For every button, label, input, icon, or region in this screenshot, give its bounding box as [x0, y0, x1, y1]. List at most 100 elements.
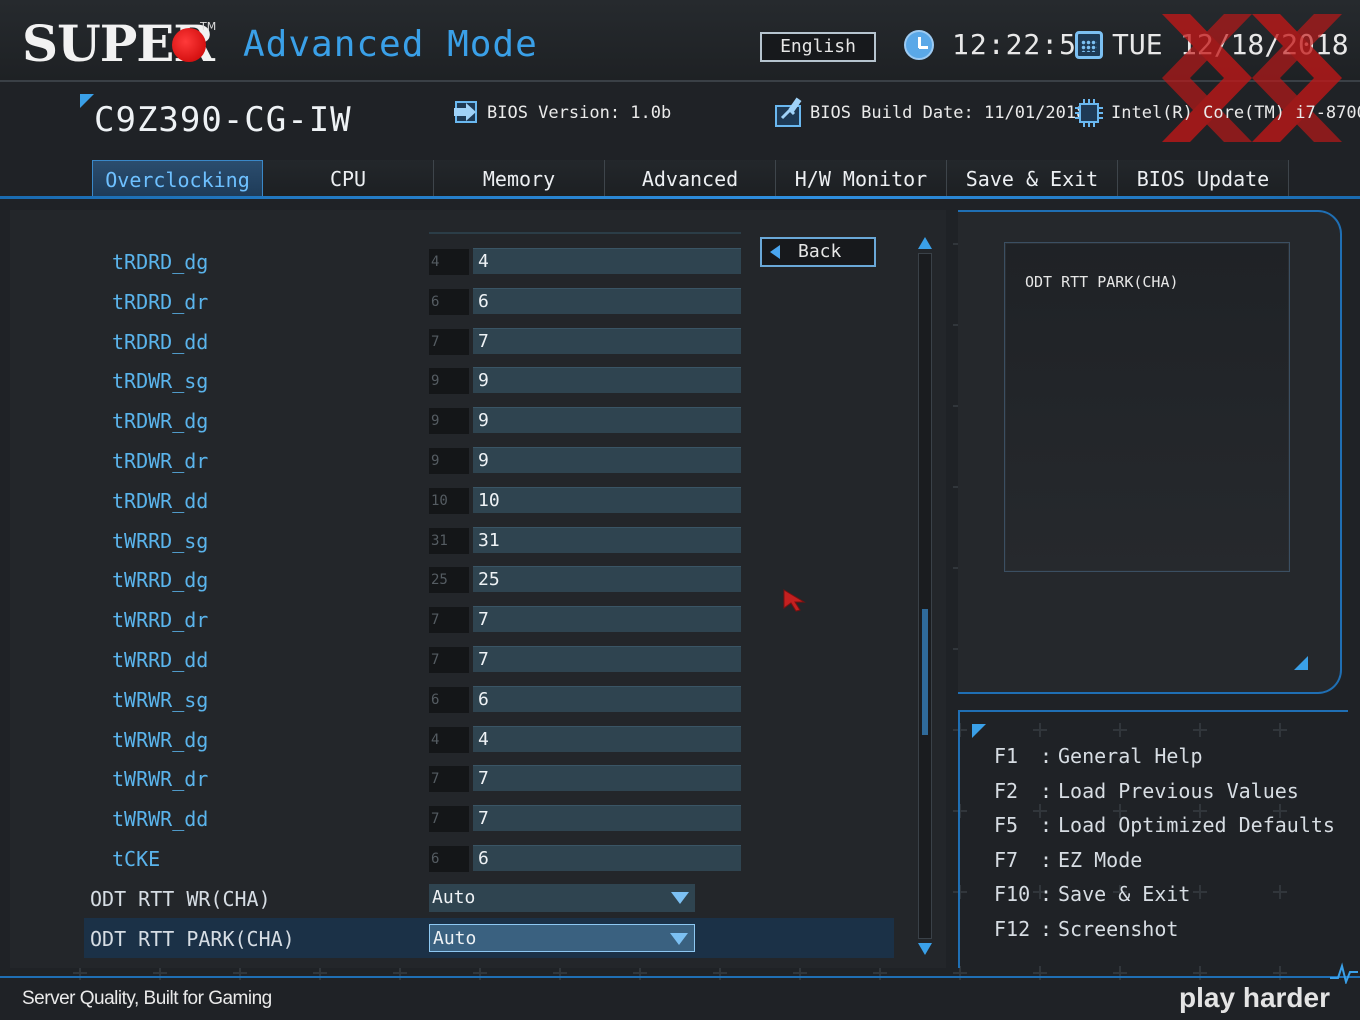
- setting-label: tWRWR_dd: [112, 807, 209, 832]
- board-name: C9Z390-CG-IW: [94, 100, 352, 140]
- scroll-thumb[interactable]: [922, 609, 928, 735]
- setting-value-input[interactable]: 7: [473, 765, 741, 792]
- setting-row[interactable]: tRDWR_sg 9 9: [10, 360, 890, 400]
- select-row[interactable]: ODT RTT WR(CHA) Auto: [84, 878, 894, 918]
- setting-row[interactable]: tRDRD_dd 7 7: [10, 321, 890, 361]
- setting-row[interactable]: tRDWR_dg 9 9: [10, 400, 890, 440]
- setting-row[interactable]: tRDWR_dd 10 10: [10, 480, 890, 520]
- mode-title: Advanced Mode: [243, 24, 538, 65]
- setting-row[interactable]: tRDRD_dr 6 6: [10, 281, 890, 321]
- setting-row[interactable]: tWRWR_dg 4 4: [10, 719, 890, 759]
- setting-label: tRDRD_dg: [112, 250, 209, 274]
- tab-memory[interactable]: Memory: [434, 160, 605, 198]
- calendar-icon: [1075, 31, 1103, 59]
- setting-value-input[interactable]: 9: [473, 447, 741, 473]
- setting-label: tRDWR_sg: [112, 369, 209, 394]
- setting-current-value: 10: [429, 487, 469, 514]
- setting-value-input[interactable]: 6: [473, 845, 741, 871]
- tab-h-w-monitor[interactable]: H/W Monitor: [776, 160, 947, 198]
- setting-row[interactable]: tRDRD_dg 4 4: [10, 241, 890, 281]
- setting-label: tRDRD_dr: [112, 289, 209, 314]
- hotkey-description: Load Optimized Defaults: [1058, 813, 1335, 837]
- tab-overclocking[interactable]: Overclocking: [92, 160, 263, 198]
- setting-value-input[interactable]: 7: [473, 327, 741, 354]
- setting-current-value: 7: [429, 607, 469, 634]
- setting-value-input[interactable]: 25: [473, 566, 741, 593]
- setting-label: tWRRD_dg: [112, 568, 209, 593]
- system-time[interactable]: 12:22:57: [952, 28, 1095, 61]
- setting-value-input[interactable]: 4: [473, 725, 741, 752]
- setting-current-value: 7: [429, 647, 469, 673]
- footer-slogan: Server Quality, Built for Gaming: [22, 988, 272, 1009]
- setting-label: tWRRD_dr: [112, 608, 209, 633]
- hotkey-separator: :: [1040, 916, 1053, 941]
- setting-value-input[interactable]: 10: [473, 486, 741, 513]
- setting-label: tWRWR_sg: [112, 687, 209, 712]
- main-tabs: Overclocking CPU Memory Advanced H/W Monitor…: [92, 160, 1289, 198]
- select-label: ODT RTT WR(CHA): [90, 886, 271, 911]
- setting-value-input[interactable]: 31: [473, 526, 741, 553]
- tab-advanced[interactable]: Advanced: [605, 160, 776, 198]
- setting-value-input[interactable]: 6: [473, 287, 741, 314]
- setting-value-input[interactable]: 7: [473, 606, 741, 633]
- hotkey-item: F12: Screenshot: [994, 917, 1178, 941]
- setting-row[interactable]: tWRWR_sg 6 6: [10, 679, 890, 719]
- hotkey-item: F7: EZ Mode: [994, 848, 1142, 872]
- select-dropdown[interactable]: Auto: [429, 883, 695, 912]
- setting-current-value: 9: [429, 408, 469, 435]
- setting-current-value: 25: [429, 567, 469, 594]
- setting-value-input[interactable]: 6: [473, 685, 741, 712]
- hotkey-item: F2: Load Previous Values: [994, 779, 1299, 803]
- setting-value-input[interactable]: 9: [473, 367, 741, 394]
- setting-label: tRDWR_dr: [112, 449, 209, 473]
- hotkey-separator: :: [1040, 744, 1053, 768]
- hotkey-item: F1: General Help: [994, 744, 1203, 768]
- corner-accent: [80, 94, 94, 108]
- setting-label: tCKE: [112, 847, 161, 871]
- scroll-track[interactable]: [918, 253, 932, 939]
- setting-label: tWRRD_dd: [112, 648, 209, 672]
- scroll-down-icon[interactable]: [918, 943, 932, 955]
- hotkey-key: F10: [994, 882, 1031, 906]
- tab-save-exit[interactable]: Save & Exit: [947, 160, 1118, 198]
- setting-current-value: 4: [429, 726, 469, 753]
- hotkey-separator: :: [1040, 813, 1053, 837]
- setting-value-input[interactable]: 7: [473, 646, 741, 672]
- system-date[interactable]: 12/18/2018: [1180, 28, 1349, 61]
- select-dropdown[interactable]: Auto: [429, 923, 695, 952]
- setting-current-value: 7: [429, 766, 469, 793]
- setting-row[interactable]: tWRRD_dd 7 7: [10, 639, 890, 679]
- setting-label: tWRRD_sg: [112, 528, 209, 553]
- setting-current-value: 9: [429, 368, 469, 395]
- setting-value-input[interactable]: 7: [473, 805, 741, 832]
- language-select[interactable]: English: [760, 32, 876, 62]
- hotkey-key: F2: [994, 778, 1019, 803]
- setting-current-value: 4: [429, 249, 469, 275]
- setting-current-value: 7: [429, 328, 469, 355]
- setting-current-value: 6: [429, 288, 469, 315]
- setting-row[interactable]: tCKE 6 6: [10, 838, 890, 878]
- setting-value-input[interactable]: 9: [473, 407, 741, 434]
- setting-current-value: 9: [429, 448, 469, 474]
- select-row[interactable]: ODT RTT PARK(CHA) Auto: [84, 917, 894, 958]
- scroll-up-icon[interactable]: [918, 237, 932, 249]
- setting-row[interactable]: tWRWR_dd 7 7: [10, 798, 890, 838]
- setting-label: tRDRD_dd: [112, 329, 209, 354]
- select-value: Auto: [433, 927, 477, 949]
- system-day: TUE: [1112, 28, 1163, 61]
- setting-row[interactable]: tWRRD_dr 7 7: [10, 599, 890, 639]
- setting-row[interactable]: tWRRD_dg 25 25: [10, 559, 890, 599]
- bios-version: BIOS Version: 1.0b: [487, 103, 672, 123]
- setting-label: tWRWR_dr: [112, 767, 209, 792]
- setting-row[interactable]: tRDWR_dr 9 9: [10, 440, 890, 480]
- tab-bios-update[interactable]: BIOS Update: [1118, 160, 1289, 198]
- bios-chip-arrow-icon: [454, 101, 477, 123]
- tab-cpu[interactable]: CPU: [263, 160, 434, 198]
- setting-label: tWRWR_dg: [112, 727, 209, 752]
- settings-scrollbar[interactable]: [916, 237, 934, 955]
- hotkey-separator: :: [1040, 882, 1053, 906]
- setting-row[interactable]: tWRRD_sg 31 31: [10, 520, 890, 560]
- back-button[interactable]: Back: [760, 237, 876, 267]
- setting-row[interactable]: tWRWR_dr 7 7: [10, 758, 890, 798]
- setting-value-input[interactable]: 4: [473, 248, 741, 274]
